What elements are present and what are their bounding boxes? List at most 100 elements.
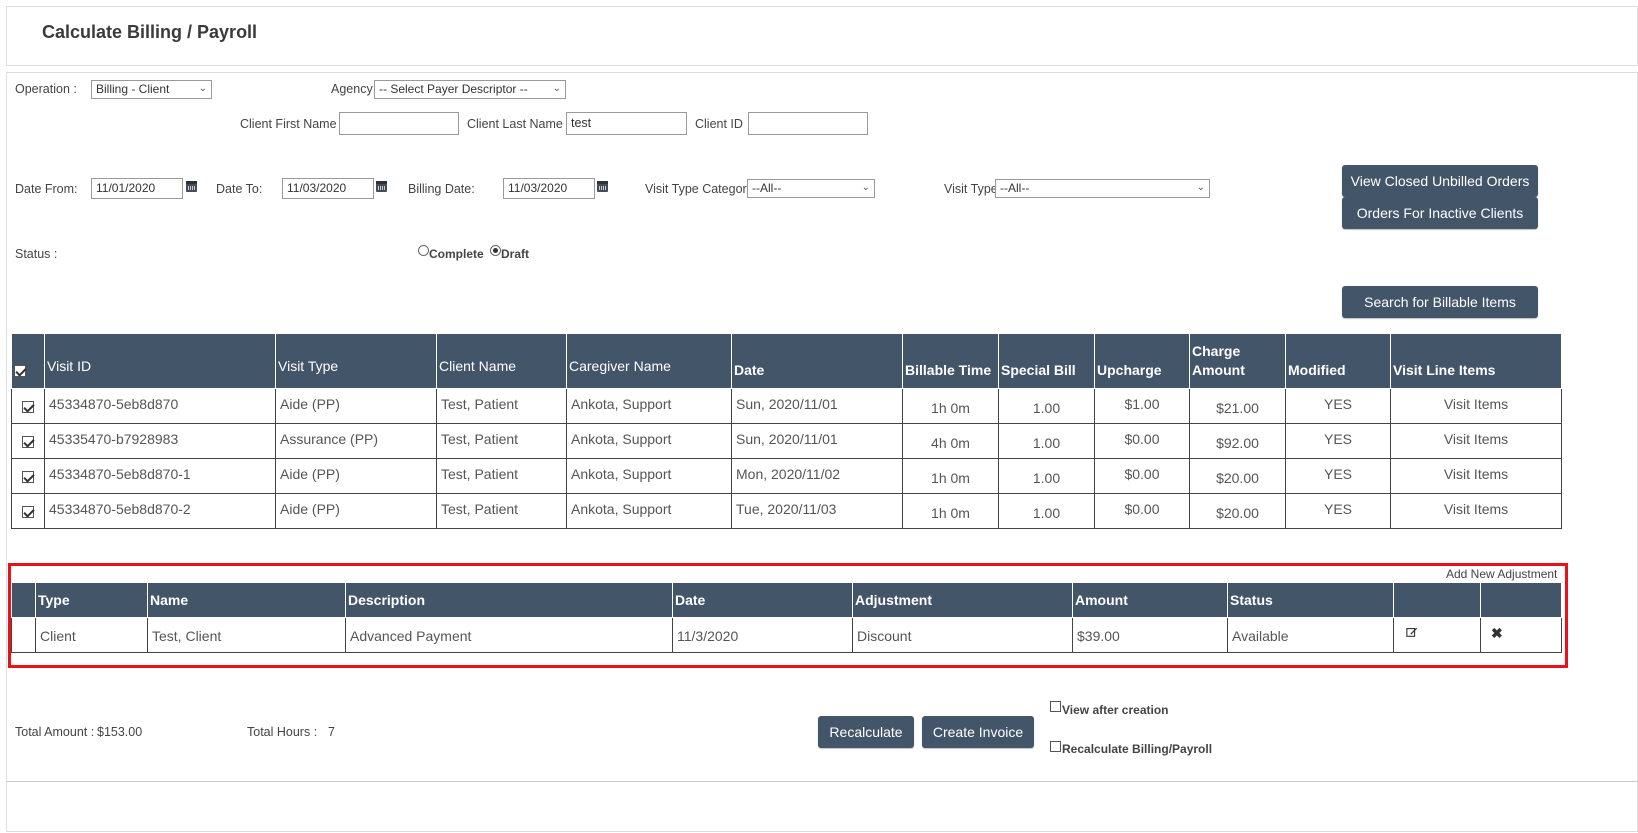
charge-amount-cell: $92.00: [1189, 423, 1286, 459]
adj-status-cell: Available: [1227, 617, 1394, 653]
special-bill-cell: 1.00: [998, 458, 1095, 494]
modified-cell: YES: [1285, 458, 1391, 494]
recalculate-button[interactable]: Recalculate: [818, 716, 914, 748]
total-amount-label: Total Amount :: [15, 725, 95, 739]
client-id-input[interactable]: [748, 112, 868, 135]
col-client-name[interactable]: Client Name: [436, 333, 567, 389]
visit-id-cell: 45334870-5eb8d870-1: [44, 458, 276, 494]
status-complete-label: Complete: [429, 247, 484, 261]
charge-amount-cell: $21.00: [1189, 388, 1286, 424]
row-checkbox[interactable]: [22, 436, 34, 449]
date-to-input[interactable]: 11/03/2020: [282, 178, 374, 199]
visit-type-cell: Assurance (PP): [275, 423, 437, 459]
status-complete-radio[interactable]: [418, 245, 429, 256]
status-label: Status :: [15, 247, 58, 261]
adj-col-blank: [11, 582, 36, 618]
date-from-label: Date From:: [15, 182, 78, 196]
visit-type-category-label: Visit Type Category: [645, 182, 753, 196]
table-row: 45334870-5eb8d870 Aide (PP) Test, Patien…: [11, 388, 1562, 424]
status-draft-radio[interactable]: [490, 245, 501, 256]
col-visit-id[interactable]: Visit ID: [44, 333, 276, 389]
special-bill-cell: 1.00: [998, 423, 1095, 459]
client-id-label: Client ID: [695, 117, 743, 131]
col-date[interactable]: Date: [731, 333, 903, 389]
adj-col-description: Description: [345, 582, 673, 618]
table-row: 45334870-5eb8d870-1 Aide (PP) Test, Pati…: [11, 458, 1562, 494]
col-modified[interactable]: Modified: [1285, 333, 1391, 389]
adj-date-cell: 11/3/2020: [672, 617, 853, 653]
client-first-name-input[interactable]: [339, 112, 459, 135]
adj-col-edit: [1393, 582, 1481, 618]
adj-adjustment-cell: Discount: [852, 617, 1073, 653]
caregiver-name-cell: Ankota, Support: [566, 423, 732, 459]
close-icon[interactable]: ✖: [1491, 625, 1503, 641]
operation-select[interactable]: Billing - Client ⌄: [91, 80, 212, 99]
upcharge-cell: $1.00: [1094, 388, 1190, 424]
col-visit-type[interactable]: Visit Type: [275, 333, 437, 389]
client-last-name-input[interactable]: test: [566, 112, 687, 135]
visit-items-link[interactable]: Visit Items: [1390, 493, 1562, 529]
adj-col-amount: Amount: [1072, 582, 1228, 618]
upcharge-cell: $0.00: [1094, 423, 1190, 459]
visit-items-link[interactable]: Visit Items: [1390, 423, 1562, 459]
charge-amount-cell: $20.00: [1189, 493, 1286, 529]
agency-select-value: -- Select Payer Descriptor --: [379, 82, 528, 96]
total-hours-value: 7: [328, 725, 335, 739]
date-to-label: Date To:: [216, 182, 263, 196]
adjustments-header-row: Type Name Description Date Adjustment Am…: [11, 582, 1562, 618]
search-billable-items-button[interactable]: Search for Billable Items: [1342, 286, 1538, 318]
col-special-bill[interactable]: Special Bill: [998, 333, 1095, 389]
adjustment-row: Client Test, Client Advanced Payment 11/…: [11, 617, 1562, 653]
billing-date-input[interactable]: 11/03/2020: [503, 178, 595, 199]
chevron-down-icon: ⌄: [1196, 182, 1205, 193]
orders-for-inactive-clients-button[interactable]: Orders For Inactive Clients: [1342, 197, 1538, 229]
create-invoice-button[interactable]: Create Invoice: [922, 716, 1034, 748]
calendar-icon[interactable]: [186, 181, 197, 192]
col-visit-line-items[interactable]: Visit Line Items: [1390, 333, 1562, 389]
date-from-input[interactable]: 11/01/2020: [91, 178, 183, 199]
status-draft-label: Draft: [501, 247, 530, 261]
special-bill-cell: 1.00: [998, 388, 1095, 424]
visit-type-cell: Aide (PP): [275, 493, 437, 529]
add-new-adjustment-link[interactable]: Add New Adjustment: [1446, 567, 1557, 581]
operation-label: Operation :: [15, 82, 77, 96]
adjustments-table: Type Name Description Date Adjustment Am…: [11, 582, 1562, 653]
visit-items-link[interactable]: Visit Items: [1390, 458, 1562, 494]
view-after-creation-label: View after creation: [1062, 703, 1169, 717]
visit-items-link[interactable]: Visit Items: [1390, 388, 1562, 424]
agency-select[interactable]: -- Select Payer Descriptor -- ⌄: [374, 80, 566, 99]
col-billable-time[interactable]: Billable Time: [902, 333, 999, 389]
view-after-creation-checkbox[interactable]: [1050, 701, 1061, 712]
visit-type-category-value: --All--: [752, 181, 782, 195]
row-checkbox[interactable]: [22, 471, 34, 484]
visit-id-cell: 45335470-b7928983: [44, 423, 276, 459]
calendar-icon[interactable]: [597, 181, 608, 192]
date-cell: Sun, 2020/11/01: [731, 388, 903, 424]
chevron-down-icon: ⌄: [198, 83, 207, 94]
row-checkbox[interactable]: [22, 506, 34, 519]
col-charge-amount[interactable]: Charge Amount: [1189, 333, 1286, 389]
recalculate-billing-payroll-label: Recalculate Billing/Payroll: [1062, 742, 1213, 756]
operation-select-value: Billing - Client: [96, 82, 170, 96]
col-caregiver-name[interactable]: Caregiver Name: [566, 333, 732, 389]
recalculate-billing-payroll-checkbox[interactable]: [1050, 741, 1061, 752]
view-closed-unbilled-orders-button[interactable]: View Closed Unbilled Orders: [1342, 165, 1538, 197]
row-checkbox[interactable]: [22, 401, 34, 414]
table-row: 45334870-5eb8d870-2 Aide (PP) Test, Pati…: [11, 493, 1562, 529]
footer-divider: [6, 781, 1638, 782]
chevron-down-icon: ⌄: [861, 182, 870, 193]
client-name-cell: Test, Patient: [436, 388, 567, 424]
billable-time-cell: 4h 0m: [902, 423, 999, 459]
edit-icon[interactable]: [1406, 626, 1418, 638]
special-bill-cell: 1.00: [998, 493, 1095, 529]
select-all-checkbox[interactable]: [14, 365, 26, 378]
caregiver-name-cell: Ankota, Support: [566, 493, 732, 529]
client-name-cell: Test, Patient: [436, 493, 567, 529]
visits-table: Visit ID Visit Type Client Name Caregive…: [11, 333, 1562, 529]
visit-type-select[interactable]: --All-- ⌄: [995, 179, 1210, 198]
visit-id-cell: 45334870-5eb8d870: [44, 388, 276, 424]
visit-type-category-select[interactable]: --All-- ⌄: [747, 179, 875, 198]
total-amount-value: $153.00: [97, 725, 143, 739]
col-upcharge[interactable]: Upcharge: [1094, 333, 1190, 389]
calendar-icon[interactable]: [376, 181, 387, 192]
